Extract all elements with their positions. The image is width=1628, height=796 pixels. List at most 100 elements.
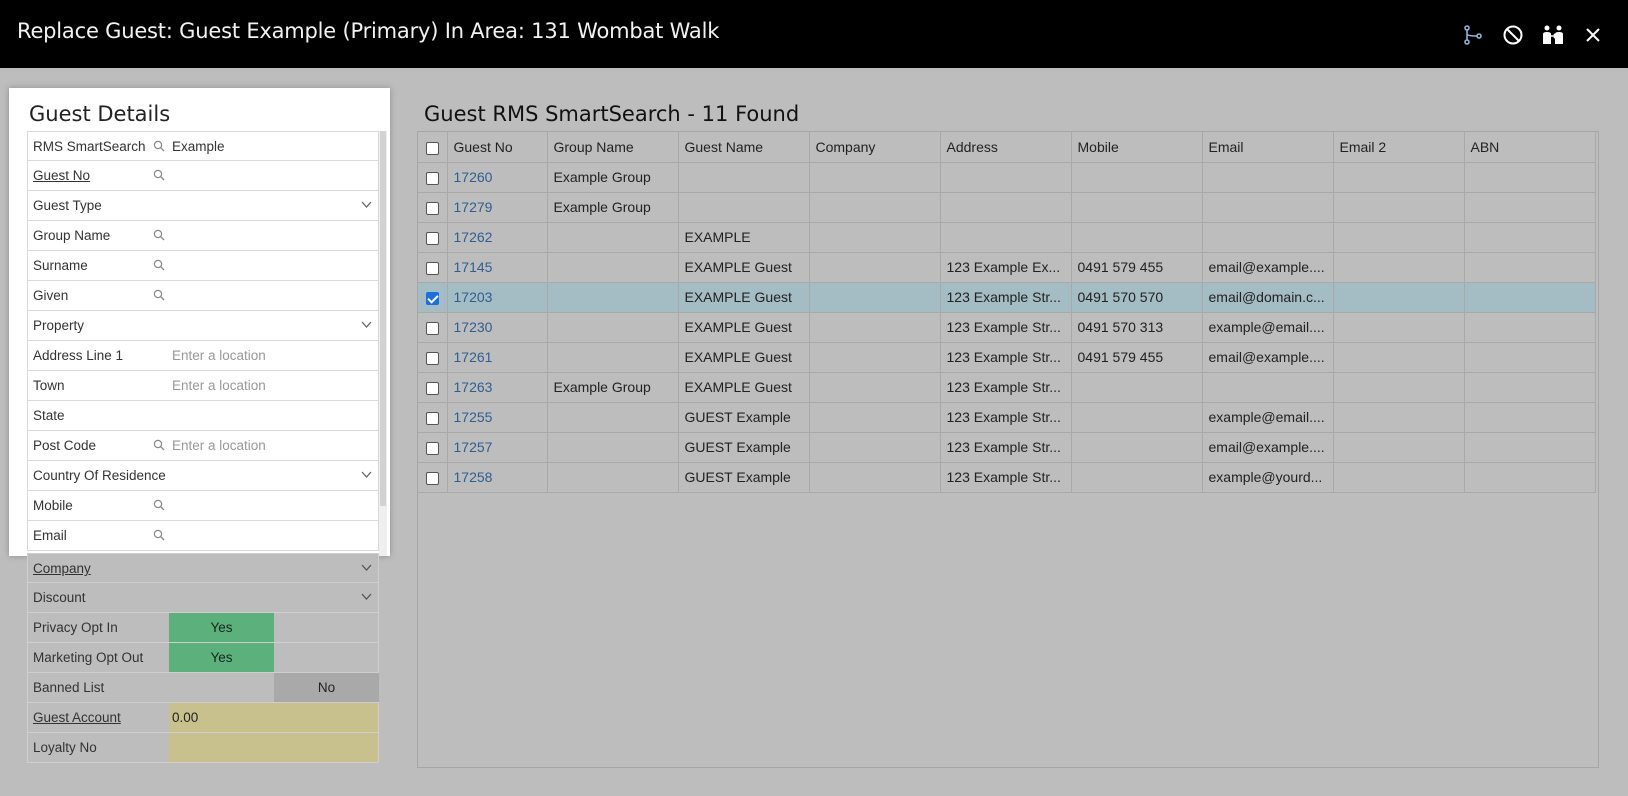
row-checkbox[interactable] xyxy=(425,351,439,365)
property-field[interactable]: Property xyxy=(27,311,379,341)
guest-no-link[interactable]: 17230 xyxy=(447,312,548,343)
town-field[interactable]: Town Enter a location xyxy=(27,371,379,401)
table-cell: GUEST Example xyxy=(678,462,810,493)
column-header-group-name[interactable]: Group Name xyxy=(547,132,679,163)
rms-smartsearch-input[interactable]: Example xyxy=(172,139,225,154)
guest-no-link[interactable]: 17258 xyxy=(447,462,548,493)
table-row[interactable]: 17279 Example Group xyxy=(418,192,1596,223)
post-code-field[interactable]: Post Code Enter a location xyxy=(27,431,379,461)
chevron-down-icon xyxy=(361,564,372,571)
row-checkbox[interactable] xyxy=(425,261,439,275)
marketing-yes-toggle[interactable]: Yes xyxy=(169,643,274,672)
column-header-abn[interactable]: ABN xyxy=(1464,132,1596,163)
guest-details-scrollbar[interactable] xyxy=(379,131,387,556)
row-checkbox[interactable] xyxy=(425,201,439,215)
guest-no-link[interactable]: 17263 xyxy=(447,372,548,403)
table-cell xyxy=(1071,162,1203,193)
column-header-address[interactable]: Address xyxy=(940,132,1072,163)
column-header-guest-name[interactable]: Guest Name xyxy=(678,132,810,163)
merge-icon[interactable] xyxy=(1460,22,1486,48)
guests-icon[interactable] xyxy=(1540,22,1566,48)
table-cell: Example Group xyxy=(547,372,679,403)
email-field[interactable]: Email xyxy=(27,521,379,551)
table-cell: Example Group xyxy=(547,192,679,223)
group-name-label: Group Name xyxy=(33,228,111,243)
town-input[interactable]: Enter a location xyxy=(172,378,266,393)
column-header-guest-no[interactable]: Guest No xyxy=(447,132,548,163)
table-cell: EXAMPLE xyxy=(678,222,810,253)
table-row[interactable]: 17258 GUEST Example 123 Example Str... exam… xyxy=(418,462,1596,493)
banned-no-toggle[interactable]: No xyxy=(274,673,379,702)
country-of-residence-field[interactable]: Country Of Residence xyxy=(27,461,379,491)
guest-type-field[interactable]: Guest Type xyxy=(27,191,379,221)
guest-no-link[interactable]: 17279 xyxy=(447,192,548,223)
cancel-icon[interactable] xyxy=(1500,22,1526,48)
column-header-mobile[interactable]: Mobile xyxy=(1071,132,1203,163)
table-row[interactable]: 17257 GUEST Example 123 Example Str... emai… xyxy=(418,432,1596,463)
search-icon xyxy=(153,289,165,301)
table-cell: 123 Example Str... xyxy=(940,462,1072,493)
table-cell: EXAMPLE Guest xyxy=(678,282,810,313)
guest-account-value: 0.00 xyxy=(169,703,378,732)
select-all-checkbox[interactable] xyxy=(425,141,439,155)
guest-no-link[interactable]: 17255 xyxy=(447,402,548,433)
table-cell: 0491 579 455 xyxy=(1071,252,1203,283)
table-row[interactable]: 17263 Example Group EXAMPLE Guest 123 Examp… xyxy=(418,372,1596,403)
row-checkbox[interactable] xyxy=(425,291,439,305)
table-row[interactable]: 17261 EXAMPLE Guest 123 Example Str... 0491… xyxy=(418,342,1596,373)
post-code-input[interactable]: Enter a location xyxy=(172,438,266,453)
table-row[interactable]: 17230 EXAMPLE Guest 123 Example Str... 0491… xyxy=(418,312,1596,343)
guest-no-link[interactable]: 17203 xyxy=(447,282,548,313)
row-checkbox[interactable] xyxy=(425,411,439,425)
row-checkbox[interactable] xyxy=(425,171,439,185)
guest-no-label[interactable]: Guest No xyxy=(33,168,90,183)
row-checkbox[interactable] xyxy=(425,441,439,455)
table-cell: email@example.... xyxy=(1202,432,1334,463)
state-field[interactable]: State xyxy=(27,401,379,431)
table-row[interactable]: 17255 GUEST Example 123 Example Str... exam… xyxy=(418,402,1596,433)
guest-no-field[interactable]: Guest No xyxy=(27,161,379,191)
search-icon xyxy=(153,529,165,541)
given-field[interactable]: Given xyxy=(27,281,379,311)
company-field[interactable]: Company xyxy=(27,553,379,583)
row-checkbox[interactable] xyxy=(425,231,439,245)
row-checkbox[interactable] xyxy=(425,321,439,335)
column-header-email-2[interactable]: Email 2 xyxy=(1333,132,1465,163)
guest-no-link[interactable]: 17261 xyxy=(447,342,548,373)
table-cell xyxy=(1333,252,1465,283)
group-name-field[interactable]: Group Name xyxy=(27,221,379,251)
surname-field[interactable]: Surname xyxy=(27,251,379,281)
table-row[interactable]: 17260 Example Group xyxy=(418,162,1596,193)
address-line-1-input[interactable]: Enter a location xyxy=(172,348,266,363)
guest-no-link[interactable]: 17260 xyxy=(447,162,548,193)
discount-field[interactable]: Discount xyxy=(27,583,379,613)
table-cell xyxy=(1202,192,1334,223)
guest-details-fields: RMS SmartSearch Example Guest No Guest Type… xyxy=(27,131,379,551)
guest-no-link[interactable]: 17257 xyxy=(447,432,548,463)
table-row[interactable]: 17262 EXAMPLE xyxy=(418,222,1596,253)
table-cell: example@email.... xyxy=(1202,312,1334,343)
guest-account-label[interactable]: Guest Account xyxy=(33,710,121,725)
table-cell: 0491 570 570 xyxy=(1071,282,1203,313)
table-cell: 0491 570 313 xyxy=(1071,312,1203,343)
close-icon[interactable] xyxy=(1580,22,1606,48)
column-header-email[interactable]: Email xyxy=(1202,132,1334,163)
rms-smartsearch-field[interactable]: RMS SmartSearch Example xyxy=(27,131,379,161)
row-checkbox[interactable] xyxy=(425,381,439,395)
company-label[interactable]: Company xyxy=(33,561,91,576)
loyalty-no-input[interactable] xyxy=(169,733,378,762)
table-cell: EXAMPLE Guest xyxy=(678,372,810,403)
table-cell xyxy=(1464,372,1596,403)
scrollbar-thumb[interactable] xyxy=(380,131,386,506)
column-header-company[interactable]: Company xyxy=(809,132,941,163)
address-line-1-field[interactable]: Address Line 1 Enter a location xyxy=(27,341,379,371)
guest-no-link[interactable]: 17145 xyxy=(447,252,548,283)
privacy-yes-toggle[interactable]: Yes xyxy=(169,613,274,642)
mobile-field[interactable]: Mobile xyxy=(27,491,379,521)
row-checkbox[interactable] xyxy=(425,471,439,485)
table-row[interactable]: 17203 EXAMPLE Guest 123 Example Str... 0491… xyxy=(418,282,1596,313)
table-cell xyxy=(809,162,941,193)
guest-no-link[interactable]: 17262 xyxy=(447,222,548,253)
search-icon xyxy=(153,439,165,451)
table-row[interactable]: 17145 EXAMPLE Guest 123 Example Ex... 0491 … xyxy=(418,252,1596,283)
